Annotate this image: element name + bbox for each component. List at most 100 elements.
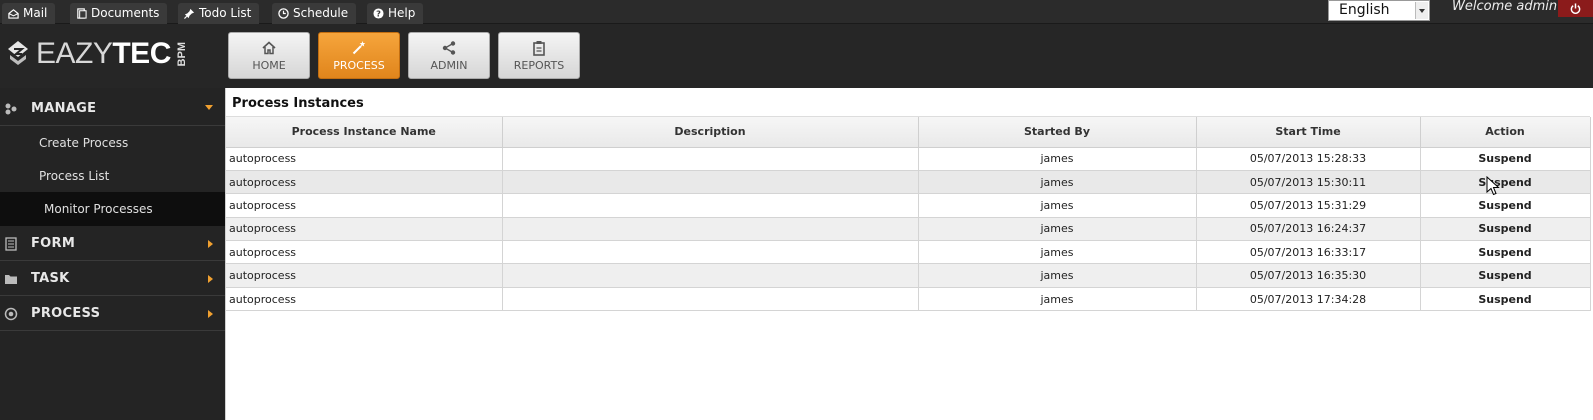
column-header-start-time[interactable]: Start Time — [1196, 117, 1421, 148]
sidebar-section-process[interactable]: PROCESS — [0, 296, 225, 331]
sidebar-item-process-list[interactable]: Process List — [0, 159, 225, 193]
magic-wand-icon — [352, 40, 366, 54]
svg-text:?: ? — [376, 9, 381, 19]
logout-button[interactable] — [1558, 0, 1593, 17]
sidebar-item-label: Create Process — [39, 136, 129, 150]
pin-icon — [184, 8, 195, 19]
suspend-link[interactable]: Suspend — [1420, 217, 1591, 242]
nav-home[interactable]: HOME — [228, 32, 310, 79]
mouse-cursor-icon — [1486, 176, 1500, 196]
table-row[interactable]: autoprocess james 05/07/2013 16:33:17 Su… — [226, 240, 1591, 265]
cell-start-time: 05/07/2013 17:34:28 — [1196, 287, 1421, 312]
cell-name: autoprocess — [226, 193, 503, 218]
sidebar: MANAGE Create Process Process List Monit… — [0, 88, 225, 420]
cell-name: autoprocess — [226, 170, 503, 195]
language-select[interactable]: English — [1328, 0, 1430, 21]
chevron-right-icon — [208, 310, 213, 318]
logo-suffix: BPM — [175, 41, 188, 67]
help-link[interactable]: ? Help — [367, 3, 424, 24]
help-icon: ? — [373, 8, 384, 19]
suspend-link[interactable]: Suspend — [1420, 147, 1591, 171]
clock-icon — [278, 8, 289, 19]
sidebar-process-label: PROCESS — [31, 305, 101, 321]
cell-started-by: james — [918, 147, 1197, 171]
cell-description — [502, 217, 919, 242]
column-header-action: Action — [1420, 117, 1591, 148]
table-row[interactable]: autoprocess james 05/07/2013 15:30:11 Su… — [226, 170, 1591, 195]
todo-list-label: Todo List — [199, 6, 252, 20]
cell-started-by: james — [918, 287, 1197, 312]
nav-process[interactable]: PROCESS — [318, 32, 400, 79]
chevron-right-icon — [208, 275, 213, 283]
table-row[interactable]: autoprocess james 05/07/2013 17:34:28 Su… — [226, 287, 1591, 312]
column-header-name[interactable]: Process Instance Name — [226, 117, 503, 148]
process-icon — [4, 307, 18, 321]
language-selected-value: English — [1339, 2, 1390, 18]
cell-started-by: james — [918, 193, 1197, 218]
cell-description — [502, 193, 919, 218]
table-row[interactable]: autoprocess james 05/07/2013 16:35:30 Su… — [226, 263, 1591, 288]
mail-icon — [8, 9, 19, 19]
mail-link[interactable]: Mail — [2, 3, 56, 24]
documents-link[interactable]: Documents — [70, 3, 168, 24]
welcome-text: Welcome admin — [1452, 0, 1558, 14]
sidebar-section-task[interactable]: TASK — [0, 261, 225, 296]
suspend-link[interactable]: Suspend — [1420, 263, 1591, 288]
sidebar-form-label: FORM — [31, 235, 76, 251]
mail-label: Mail — [23, 6, 48, 20]
cell-description — [502, 263, 919, 288]
cell-start-time: 05/07/2013 16:33:17 — [1196, 240, 1421, 265]
share-icon — [442, 40, 456, 55]
nav-reports[interactable]: REPORTS — [498, 32, 580, 79]
sidebar-item-create-process[interactable]: Create Process — [0, 126, 225, 160]
logo-text-bold: TEC — [112, 37, 171, 70]
suspend-link[interactable]: Suspend — [1420, 193, 1591, 218]
cell-name: autoprocess — [226, 147, 503, 171]
help-label: Help — [388, 6, 416, 20]
schedule-link[interactable]: Schedule — [272, 3, 357, 24]
nav-reports-label: REPORTS — [513, 58, 565, 72]
cell-description — [502, 170, 919, 195]
column-header-started-by[interactable]: Started By — [918, 117, 1197, 148]
chevron-right-icon — [208, 240, 213, 248]
column-header-description[interactable]: Description — [502, 117, 919, 148]
table-row[interactable]: autoprocess james 05/07/2013 15:31:29 Su… — [226, 193, 1591, 218]
suspend-link[interactable]: Suspend — [1420, 170, 1591, 195]
nav-admin[interactable]: ADMIN — [408, 32, 490, 79]
cell-name: autoprocess — [226, 240, 503, 265]
sidebar-manage-label: MANAGE — [31, 100, 97, 116]
schedule-label: Schedule — [293, 6, 349, 20]
sidebar-item-monitor-processes[interactable]: Monitor Processes — [0, 192, 225, 226]
sidebar-item-label: Process List — [39, 169, 110, 183]
process-instances-table: Process Instance Name Description Starte… — [226, 117, 1591, 312]
cell-start-time: 05/07/2013 15:28:33 — [1196, 147, 1421, 171]
top-bar: Mail Documents Todo List Schedule ? Help… — [0, 0, 1593, 24]
suspend-link[interactable]: Suspend — [1420, 240, 1591, 265]
sidebar-task-label: TASK — [31, 270, 70, 286]
table-row[interactable]: autoprocess james 05/07/2013 15:28:33 Su… — [226, 147, 1591, 171]
header: EAZYTEC BPM HOME PROCESS ADMIN REPORTS — [0, 24, 1593, 88]
suspend-link[interactable]: Suspend — [1420, 287, 1591, 312]
panel-title: Process Instances — [232, 96, 364, 111]
cell-start-time: 05/07/2013 15:31:29 — [1196, 193, 1421, 218]
cell-started-by: james — [918, 240, 1197, 265]
table-row[interactable]: autoprocess james 05/07/2013 16:24:37 Su… — [226, 217, 1591, 242]
cell-description — [502, 287, 919, 312]
todo-list-link[interactable]: Todo List — [178, 3, 260, 24]
home-icon — [262, 40, 276, 54]
nav-process-label: PROCESS — [333, 58, 385, 72]
folder-icon — [5, 275, 17, 284]
sidebar-section-form[interactable]: FORM — [0, 226, 225, 261]
cell-started-by: james — [918, 263, 1197, 288]
cell-started-by: james — [918, 217, 1197, 242]
cell-name: autoprocess — [226, 217, 503, 242]
nav-home-label: HOME — [252, 58, 286, 72]
logo-mark-icon — [8, 41, 28, 65]
form-icon — [5, 237, 17, 251]
cell-description — [502, 240, 919, 265]
power-icon — [1570, 3, 1581, 14]
table-header-row: Process Instance Name Description Starte… — [226, 117, 1591, 148]
sidebar-section-manage[interactable]: MANAGE — [0, 91, 225, 126]
cell-name: autoprocess — [226, 287, 503, 312]
logo-text-light: EAZY — [36, 37, 113, 70]
